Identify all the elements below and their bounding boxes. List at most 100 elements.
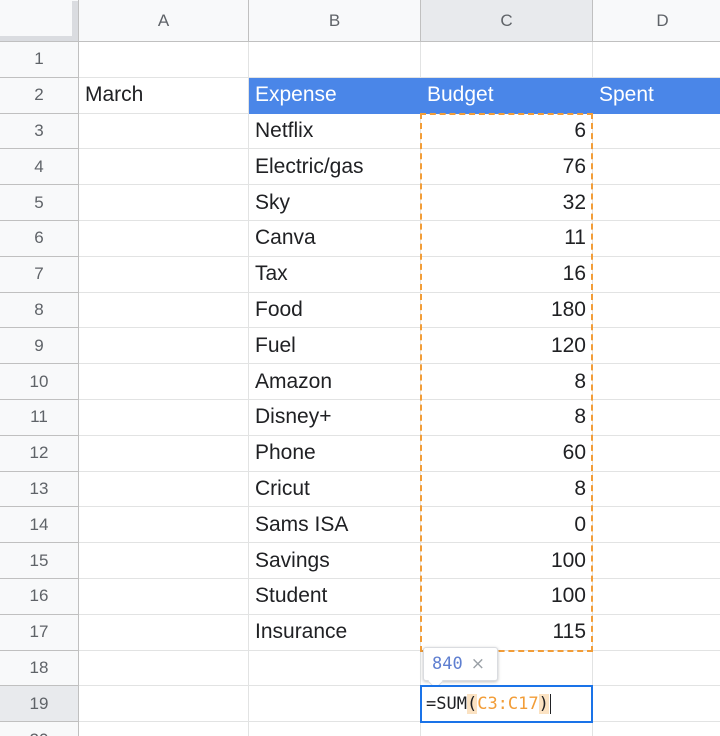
row-header-15[interactable]: 15 — [0, 543, 79, 579]
cell-a3[interactable] — [79, 113, 249, 150]
cell-a16[interactable] — [79, 579, 249, 615]
cell-b7[interactable]: Tax — [249, 256, 421, 293]
cell-a10[interactable] — [79, 364, 249, 400]
cell-a4[interactable] — [79, 149, 249, 186]
cell-c14[interactable]: 0 — [421, 507, 593, 544]
cell-b19[interactable] — [249, 686, 421, 723]
row-header-1[interactable]: 1 — [0, 42, 79, 78]
cell-a6[interactable] — [79, 221, 249, 257]
cell-a9[interactable] — [79, 328, 249, 365]
cell-d10[interactable] — [593, 364, 720, 400]
cell-a8[interactable] — [79, 292, 249, 329]
row-header-6[interactable]: 6 — [0, 221, 79, 257]
column-header-a[interactable]: A — [79, 0, 249, 42]
cell-b13[interactable]: Cricut — [249, 471, 421, 508]
cell-d12[interactable] — [593, 436, 720, 472]
row-header-9[interactable]: 9 — [0, 328, 79, 365]
cell-b17[interactable]: Insurance — [249, 614, 421, 651]
row-header-18[interactable]: 18 — [0, 650, 79, 687]
cell-a18[interactable] — [79, 650, 249, 687]
row-header-3[interactable]: 3 — [0, 113, 79, 150]
cell-b5[interactable]: Sky — [249, 185, 421, 221]
cell-d20[interactable] — [593, 722, 720, 736]
cell-c3[interactable]: 6 — [421, 113, 593, 150]
row-header-17[interactable]: 17 — [0, 614, 79, 651]
cell-c20[interactable] — [421, 722, 593, 736]
cell-d17[interactable] — [593, 615, 720, 651]
row-header-10[interactable]: 10 — [0, 364, 79, 400]
row-header-2[interactable]: 2 — [0, 77, 79, 114]
close-icon[interactable]: × — [471, 654, 485, 674]
cell-d6[interactable] — [593, 221, 720, 257]
cell-c7[interactable]: 16 — [421, 256, 593, 293]
cell-b8[interactable]: Food — [249, 292, 421, 329]
cell-d4[interactable] — [593, 149, 720, 186]
row-header-8[interactable]: 8 — [0, 292, 79, 329]
cell-c12[interactable]: 60 — [421, 435, 593, 472]
cell-a2[interactable]: March — [79, 77, 249, 114]
cell-c11[interactable]: 8 — [421, 400, 593, 436]
cell-c17[interactable]: 115 — [421, 614, 593, 651]
cell-a5[interactable] — [79, 185, 249, 221]
cell-b16[interactable]: Student — [249, 579, 421, 615]
cell-d2[interactable]: Spent — [593, 77, 720, 114]
cell-b18[interactable] — [249, 650, 421, 687]
row-header-14[interactable]: 14 — [0, 507, 79, 544]
cell-c2[interactable]: Budget — [421, 77, 593, 114]
cell-a17[interactable] — [79, 614, 249, 651]
cell-b2[interactable]: Expense — [249, 77, 421, 114]
cell-c10[interactable]: 8 — [421, 364, 593, 400]
cell-b12[interactable]: Phone — [249, 435, 421, 472]
row-header-5[interactable]: 5 — [0, 185, 79, 221]
cell-c9[interactable]: 120 — [421, 328, 593, 365]
row-header-12[interactable]: 12 — [0, 435, 79, 472]
cell-d5[interactable] — [593, 185, 720, 221]
cell-b10[interactable]: Amazon — [249, 364, 421, 400]
cell-b20[interactable] — [249, 722, 421, 736]
cell-d16[interactable] — [593, 579, 720, 615]
cell-formula-editor[interactable]: =SUM(C3:C17) — [420, 685, 593, 724]
cell-d1[interactable] — [593, 42, 720, 78]
select-all-corner[interactable] — [0, 0, 79, 42]
cell-a7[interactable] — [79, 256, 249, 293]
cell-d8[interactable] — [593, 293, 720, 329]
cell-c8[interactable]: 180 — [421, 292, 593, 329]
cell-d14[interactable] — [593, 507, 720, 544]
cell-a20[interactable] — [79, 722, 249, 736]
row-header-19[interactable]: 19 — [0, 686, 79, 723]
row-header-11[interactable]: 11 — [0, 400, 79, 436]
row-header-7[interactable]: 7 — [0, 256, 79, 293]
cell-b9[interactable]: Fuel — [249, 328, 421, 365]
cell-a19[interactable] — [79, 686, 249, 723]
column-header-d[interactable]: D — [593, 0, 720, 42]
cell-d13[interactable] — [593, 472, 720, 508]
column-header-c[interactable]: C — [421, 0, 593, 42]
cell-a12[interactable] — [79, 435, 249, 472]
cell-c1[interactable] — [421, 42, 593, 78]
cell-a15[interactable] — [79, 543, 249, 579]
row-header-20[interactable]: 20 — [0, 722, 79, 736]
cell-a14[interactable] — [79, 507, 249, 544]
cell-c6[interactable]: 11 — [421, 221, 593, 257]
cell-c4[interactable]: 76 — [421, 149, 593, 186]
cell-d3[interactable] — [593, 114, 720, 150]
cell-c16[interactable]: 100 — [421, 579, 593, 615]
cell-c13[interactable]: 8 — [421, 471, 593, 508]
cell-d9[interactable] — [593, 328, 720, 365]
cell-b6[interactable]: Canva — [249, 221, 421, 257]
cell-a11[interactable] — [79, 400, 249, 436]
row-header-16[interactable]: 16 — [0, 579, 79, 615]
cell-a13[interactable] — [79, 471, 249, 508]
row-header-13[interactable]: 13 — [0, 471, 79, 508]
cell-b11[interactable]: Disney+ — [249, 400, 421, 436]
row-header-4[interactable]: 4 — [0, 149, 79, 186]
cell-c15[interactable]: 100 — [421, 543, 593, 579]
cell-d15[interactable] — [593, 543, 720, 579]
cell-c5[interactable]: 32 — [421, 185, 593, 221]
column-header-b[interactable]: B — [249, 0, 421, 42]
cell-b1[interactable] — [249, 42, 421, 78]
cell-b4[interactable]: Electric/gas — [249, 149, 421, 186]
cell-b14[interactable]: Sams ISA — [249, 507, 421, 544]
cell-d11[interactable] — [593, 400, 720, 436]
cell-b15[interactable]: Savings — [249, 543, 421, 579]
